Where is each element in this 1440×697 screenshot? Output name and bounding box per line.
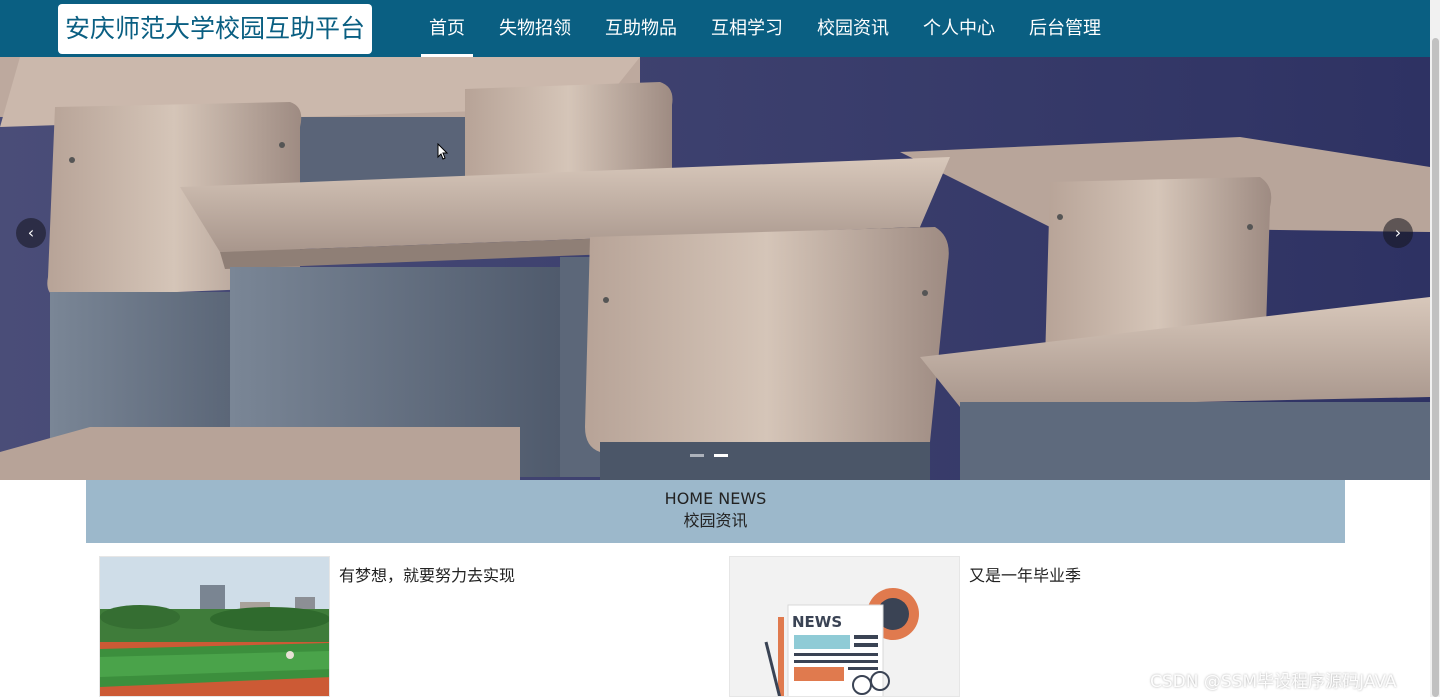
news-card[interactable]: 有梦想，就要努力去实现 [99,556,699,697]
nav-item-mutual-items[interactable]: 互助物品 [588,0,694,57]
carousel-prev-button[interactable]: ‹ [16,218,46,248]
newspaper-illustration: NEWS [730,557,959,696]
nav-item-admin[interactable]: 后台管理 [1012,0,1118,57]
nav-item-study[interactable]: 互相学习 [694,0,800,57]
mouse-cursor-icon [437,143,449,160]
scrollbar-thumb[interactable] [1432,38,1439,697]
chevron-left-icon: ‹ [27,223,35,242]
news-section-header: HOME NEWS 校园资讯 [86,480,1345,543]
campus-field-image [100,557,329,696]
news-thumbnail[interactable] [99,556,330,697]
site-logo[interactable]: 安庆师范大学校园互助平台 [58,4,372,54]
main-nav: 首页 失物招领 互助物品 互相学习 校园资讯 个人中心 后台管理 [412,0,1118,57]
nav-item-lost-found[interactable]: 失物招领 [482,0,588,57]
watermark-text: CSDN @SSM毕设程序源码JAVA [1150,672,1397,692]
chevron-right-icon: › [1394,223,1402,242]
top-nav-bar: 安庆师范大学校园互助平台 首页 失物招领 互助物品 互相学习 校园资讯 个人中心… [0,0,1430,57]
news-title[interactable]: 有梦想，就要努力去实现 [339,562,515,586]
nav-item-campus-news[interactable]: 校园资讯 [800,0,906,57]
news-title[interactable]: 又是一年毕业季 [969,562,1081,586]
newspaper-headline: NEWS [792,613,842,631]
news-section-title-cn: 校园资讯 [683,511,748,530]
news-thumbnail[interactable]: NEWS [729,556,960,697]
banner-carousel: ‹ › [0,57,1430,480]
carousel-dot-2[interactable] [714,454,728,457]
carousel-indicators [690,454,728,457]
carousel-dot-1[interactable] [690,454,704,457]
page-scrollbar[interactable] [1430,0,1440,697]
news-section-title-en: HOME NEWS [664,489,767,508]
carousel-next-button[interactable]: › [1383,218,1413,248]
banner-classroom-image [0,57,1430,480]
nav-item-personal-center[interactable]: 个人中心 [906,0,1012,57]
nav-item-home[interactable]: 首页 [412,0,482,57]
